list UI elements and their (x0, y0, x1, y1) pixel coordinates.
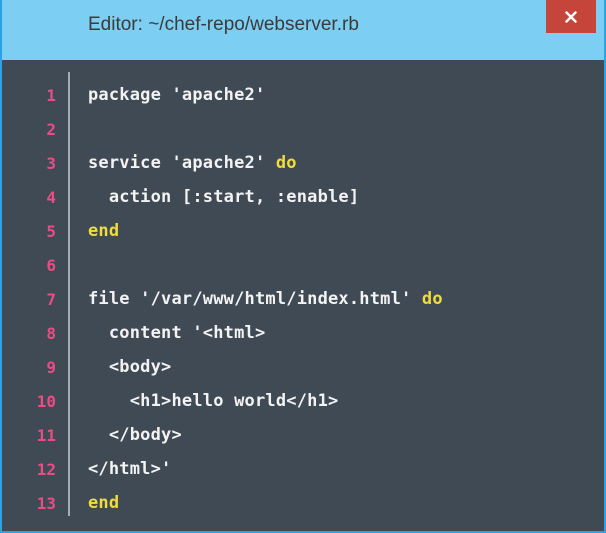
code-text: end (88, 221, 119, 241)
code-text: file '/var/www/html/index.html' do (88, 289, 443, 309)
line-number: 9 (46, 357, 56, 377)
line-number: 10 (36, 391, 56, 411)
keyword: do (421, 289, 443, 309)
code-line[interactable]: 7 file '/var/www/html/index.html' do (2, 282, 604, 316)
line-number: 12 (36, 459, 56, 479)
code-line[interactable]: 13 end (2, 486, 604, 520)
code-line[interactable]: 10 <h1>hello world</h1> (2, 384, 604, 418)
code-line[interactable]: 12 </html>' (2, 452, 604, 486)
code-lines: 1 package 'apache2' 2 3 service 'apache2… (2, 78, 604, 520)
code-line[interactable]: 3 service 'apache2' do (2, 146, 604, 180)
code-text: <body> (88, 357, 172, 377)
code-text: service 'apache2' do (88, 153, 297, 173)
close-icon (565, 10, 577, 23)
editor-window: Editor: ~/chef-repo/webserver.rb 1 packa… (0, 0, 606, 533)
code-text: </html>' (88, 459, 172, 479)
keyword: end (88, 493, 120, 513)
line-number: 8 (46, 323, 56, 343)
code-line[interactable]: 8 content '<html> (2, 316, 604, 350)
code-line[interactable]: 6 (2, 248, 604, 282)
window-title: Editor: ~/chef-repo/webserver.rb (88, 14, 359, 35)
keyword: do (275, 153, 297, 173)
code-line[interactable]: 2 (2, 112, 604, 146)
line-number: 7 (46, 289, 56, 309)
code-line[interactable]: 1 package 'apache2' (2, 78, 604, 112)
line-number: 6 (46, 255, 56, 275)
keyword: end (88, 221, 120, 241)
code-text: <h1>hello world</h1> (88, 391, 339, 411)
line-number: 5 (46, 221, 56, 241)
code-text: content '<html> (88, 323, 266, 343)
code-text: action [:start, :enable] (88, 187, 360, 207)
code-editor[interactable]: 1 package 'apache2' 2 3 service 'apache2… (2, 60, 604, 531)
line-number: 3 (46, 153, 56, 173)
line-number: 1 (46, 85, 56, 105)
code-text: </body> (88, 425, 182, 445)
code-line[interactable]: 4 action [:start, :enable] (2, 180, 604, 214)
code-line[interactable]: 11 </body> (2, 418, 604, 452)
line-number: 4 (46, 187, 56, 207)
code-text: package 'apache2' (88, 85, 266, 105)
title-bar[interactable]: Editor: ~/chef-repo/webserver.rb (2, 0, 604, 60)
close-button[interactable] (546, 0, 596, 33)
code-line[interactable]: 9 <body> (2, 350, 604, 384)
code-text: end (88, 493, 119, 513)
line-number: 13 (36, 493, 56, 513)
line-number: 2 (46, 119, 56, 139)
code-line[interactable]: 5 end (2, 214, 604, 248)
line-number: 11 (36, 425, 56, 445)
